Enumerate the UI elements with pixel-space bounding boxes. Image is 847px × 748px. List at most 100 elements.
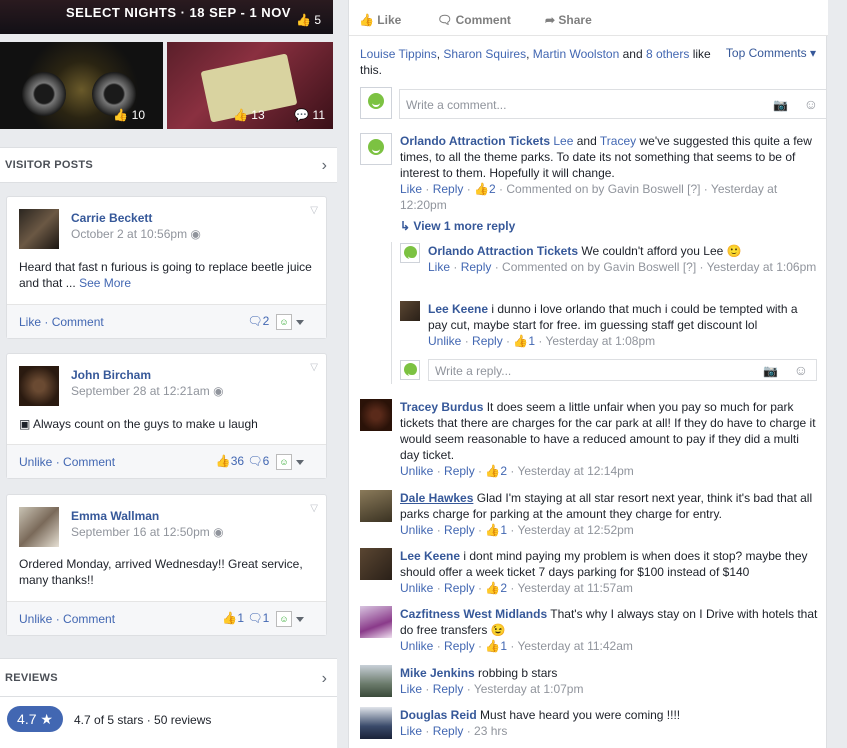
commenter-name[interactable]: Cazfitness West Midlands: [400, 607, 547, 621]
page-avatar-icon[interactable]: ☺: [276, 454, 292, 470]
commenter-avatar[interactable]: [360, 707, 392, 739]
share-button[interactable]: ➦ Share: [545, 13, 592, 27]
commenter-avatar[interactable]: [360, 606, 392, 638]
avatar[interactable]: [19, 366, 59, 406]
like-link[interactable]: Like: [400, 724, 422, 738]
comment: Mike Jenkins robbing b stars Like · Repl…: [400, 665, 820, 697]
post-date[interactable]: September 16 at 12:50pm ◉: [71, 525, 224, 539]
reply-link[interactable]: Reply: [433, 682, 464, 696]
reply-link[interactable]: Reply: [461, 260, 492, 274]
author-name[interactable]: Carrie Beckett: [71, 211, 152, 225]
unlike-link[interactable]: Unlike: [428, 334, 461, 348]
reply-link[interactable]: Reply: [472, 334, 503, 348]
sort-dropdown[interactable]: Top Comments ▾: [726, 46, 816, 60]
like-button[interactable]: 👍 Like: [359, 13, 401, 27]
liker-link[interactable]: Louise Tippins: [360, 47, 437, 61]
reply-link[interactable]: Reply: [433, 724, 464, 738]
comment-meta: Unlike · Reply · 👍2 · Yesterday at 12:14…: [400, 464, 634, 478]
comment-link[interactable]: Comment: [63, 612, 115, 626]
unlike-link[interactable]: Unlike: [400, 523, 433, 537]
commenter-name[interactable]: Lee Keene: [428, 302, 488, 316]
globe-icon: ◉: [213, 525, 224, 539]
rating-badge[interactable]: 4.7 ★: [7, 706, 63, 732]
avatar[interactable]: [19, 209, 59, 249]
see-more-link[interactable]: See More: [79, 276, 131, 290]
chevron-down-icon[interactable]: [296, 319, 304, 325]
unlike-link[interactable]: Unlike: [19, 455, 52, 469]
post-actions: Like · Comment: [19, 315, 104, 329]
post-stats: 👍1 🗨1 ☺: [222, 611, 304, 627]
avatar[interactable]: [19, 507, 59, 547]
page-avatar[interactable]: [360, 87, 392, 119]
unlike-link[interactable]: Unlike: [400, 581, 433, 595]
comment-button[interactable]: 🗨 Comment: [437, 13, 511, 27]
post-date[interactable]: September 28 at 12:21am ◉: [71, 384, 224, 398]
author-name[interactable]: John Bircham: [71, 368, 151, 382]
photo-ticket[interactable]: 👍 13 💬 11: [167, 42, 333, 129]
liker-link[interactable]: Martin Woolston: [533, 47, 619, 61]
commenter-avatar[interactable]: [400, 243, 420, 263]
event-banner[interactable]: SELECT NIGHTS · 18 SEP - 1 NOV 👍 5: [0, 0, 333, 34]
commenter-name[interactable]: Orlando Attraction Tickets: [400, 134, 550, 148]
commenter-name[interactable]: Tracey Burdus: [400, 400, 483, 414]
chevron-down-icon[interactable]: ▽: [310, 205, 318, 216]
photo-minion[interactable]: 👍 10: [0, 42, 163, 129]
unlike-link[interactable]: Unlike: [400, 464, 433, 478]
reply-link[interactable]: Reply: [444, 639, 475, 653]
emoji-icon[interactable]: ☺: [804, 96, 818, 112]
others-link[interactable]: 8 others: [646, 47, 689, 61]
comment-link[interactable]: Comment: [52, 315, 104, 329]
commenter-avatar[interactable]: [400, 301, 420, 321]
page-avatar-icon[interactable]: ☺: [276, 314, 292, 330]
chevron-right-icon[interactable]: ›: [322, 670, 327, 688]
banner-text: SELECT NIGHTS · 18 SEP - 1 NOV: [66, 5, 291, 20]
chevron-down-icon[interactable]: [296, 616, 304, 622]
reply-link[interactable]: Reply: [433, 182, 464, 196]
reply-link[interactable]: Reply: [444, 523, 475, 537]
reply-input[interactable]: Write a reply... 📷 ☺: [428, 359, 817, 381]
page-avatar[interactable]: [400, 360, 420, 380]
chevron-right-icon[interactable]: ›: [322, 157, 327, 175]
like-link[interactable]: Like: [19, 315, 41, 329]
commenter-name[interactable]: Orlando Attraction Tickets: [428, 244, 578, 258]
commenter-name[interactable]: Lee Keene: [400, 549, 460, 563]
comment-input[interactable]: Write a comment... 📷 ☺: [399, 89, 827, 119]
commenter-avatar[interactable]: [360, 665, 392, 697]
chevron-down-icon[interactable]: ▽: [310, 362, 318, 373]
visitor-posts-header[interactable]: VISITOR POSTS ›: [0, 147, 337, 183]
unlike-link[interactable]: Unlike: [19, 612, 52, 626]
like-link[interactable]: Like: [428, 260, 450, 274]
like-link[interactable]: Like: [400, 182, 422, 196]
tag-link[interactable]: Lee: [553, 134, 573, 148]
chevron-down-icon[interactable]: [296, 459, 304, 465]
reviews-header[interactable]: REVIEWS ›: [0, 658, 337, 697]
unlike-link[interactable]: Unlike: [400, 639, 433, 653]
liker-link[interactable]: Sharon Squires: [443, 47, 526, 61]
commenter-avatar[interactable]: [360, 548, 392, 580]
reply-link[interactable]: Reply: [444, 464, 475, 478]
tag-link[interactable]: Tracey: [600, 134, 636, 148]
commenter-name[interactable]: Mike Jenkins: [400, 666, 475, 680]
comment-body: Orlando Attraction Tickets Lee and Trace…: [400, 134, 812, 180]
post-date[interactable]: October 2 at 10:56pm ◉: [71, 227, 201, 241]
camera-icon[interactable]: 📷: [763, 364, 778, 378]
comment-link[interactable]: Comment: [63, 455, 115, 469]
thread-line: [391, 242, 392, 384]
author-name[interactable]: Emma Wallman: [71, 509, 159, 523]
commenter-avatar[interactable]: [360, 399, 392, 431]
commenter-avatar[interactable]: [360, 490, 392, 522]
commenter-avatar[interactable]: [360, 133, 392, 165]
comment-body: Mike Jenkins robbing b stars: [400, 666, 558, 680]
page-avatar-icon[interactable]: ☺: [276, 611, 292, 627]
commenter-name[interactable]: Douglas Reid: [400, 708, 477, 722]
chevron-down-icon[interactable]: ▽: [310, 503, 318, 514]
emoji-icon[interactable]: ☺: [794, 362, 808, 378]
photo-comments: 💬 11: [294, 108, 325, 122]
camera-icon[interactable]: 📷: [773, 98, 788, 112]
view-more-replies[interactable]: ↳ View 1 more reply: [400, 218, 515, 234]
reply-link[interactable]: Reply: [444, 581, 475, 595]
comment-body: Dale Hawkes Glad I'm staying at all star…: [400, 491, 813, 521]
comment-meta: Unlike · Reply · 👍1 · Yesterday at 11:42…: [400, 639, 633, 653]
commenter-name[interactable]: Dale Hawkes: [400, 491, 473, 505]
like-link[interactable]: Like: [400, 682, 422, 696]
